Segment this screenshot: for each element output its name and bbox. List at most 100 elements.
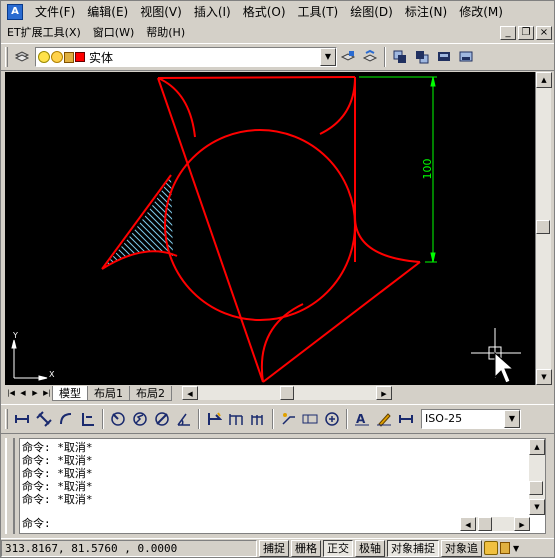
aligned-dimension-icon[interactable] [33, 408, 55, 430]
osnap-toggle[interactable]: 对象捕捉 [387, 539, 439, 557]
scroll-up-button[interactable]: ▲ [536, 72, 552, 88]
outline-arc[interactable] [260, 303, 304, 383]
menu-format[interactable]: 格式(O) [237, 3, 292, 21]
center-circle[interactable] [164, 129, 356, 321]
layout-tabs-row: |◀ ◀ ▶ ▶| 模型 布局1 布局2 ◀ ▶ [5, 385, 551, 401]
ortho-toggle[interactable]: 正交 [323, 539, 353, 557]
layer-dropdown[interactable]: 实体 ▼ [35, 47, 337, 67]
radius-dimension-icon[interactable] [107, 408, 129, 430]
snap-toggle[interactable]: 捕捉 [259, 539, 289, 557]
menu-draw[interactable]: 绘图(D) [344, 3, 399, 21]
menu-file[interactable]: 文件(F) [29, 3, 81, 21]
make-object-layer-current-icon[interactable] [337, 46, 359, 68]
arc-length-icon[interactable] [55, 408, 77, 430]
chevron-down-icon[interactable]: ▼ [320, 48, 336, 66]
scroll-left-button[interactable]: ◀ [182, 386, 198, 400]
draw-order-above-icon[interactable] [433, 46, 455, 68]
toolbar-grip[interactable] [5, 47, 8, 67]
menu-dimension[interactable]: 标注(N) [399, 3, 453, 21]
linear-dimension-icon[interactable] [11, 408, 33, 430]
first-tab-button[interactable]: |◀ [5, 386, 17, 400]
outline-line[interactable] [157, 77, 264, 383]
tab-model[interactable]: 模型 [52, 385, 88, 401]
tab-layout2[interactable]: 布局2 [129, 385, 172, 401]
layer-manager-icon[interactable] [11, 46, 33, 68]
prev-tab-button[interactable]: ◀ [17, 386, 29, 400]
toolbar-grip[interactable] [5, 409, 8, 429]
tab-layout1[interactable]: 布局1 [87, 385, 130, 401]
next-tab-button[interactable]: ▶ [29, 386, 41, 400]
menu-view[interactable]: 视图(V) [134, 3, 188, 21]
draw-order-under-icon[interactable] [455, 46, 477, 68]
menu-window[interactable]: 窗口(W) [87, 24, 140, 42]
menu-tools[interactable]: 工具(T) [292, 3, 345, 21]
jogged-dimension-icon[interactable] [129, 408, 151, 430]
command-history-line: 命令: *取消* [22, 454, 93, 467]
communication-center-icon[interactable] [484, 541, 498, 555]
menu-insert[interactable]: 插入(I) [188, 3, 237, 21]
dimension-text-edit-icon[interactable] [373, 408, 395, 430]
scroll-right-button[interactable]: ▶ [514, 517, 530, 531]
command-prompt[interactable]: 命令: [22, 517, 51, 530]
scroll-down-button[interactable]: ▼ [536, 369, 552, 385]
outline-arc[interactable] [157, 77, 196, 138]
dimension-style-dropdown[interactable]: ISO-25 ▼ [421, 409, 521, 429]
baseline-dimension-icon[interactable] [225, 408, 247, 430]
scroll-thumb[interactable] [536, 220, 550, 234]
scroll-thumb[interactable] [529, 481, 543, 495]
dimension-update-icon[interactable] [395, 408, 417, 430]
diameter-dimension-icon[interactable] [151, 408, 173, 430]
close-button[interactable]: × [536, 26, 552, 40]
draw-order-front-icon[interactable] [389, 46, 411, 68]
menu-modify[interactable]: 修改(M) [453, 3, 509, 21]
coordinate-readout[interactable]: 313.8167, 81.5760 , 0.0000 [1, 539, 257, 557]
h-scroll-thumb[interactable] [478, 517, 492, 531]
chevron-down-icon[interactable]: ▼ [504, 410, 520, 428]
app-icon[interactable]: A [7, 4, 23, 20]
menu-et-tools[interactable]: ET扩展工具(X) [1, 24, 87, 42]
scroll-down-button[interactable]: ▼ [529, 499, 545, 515]
dimension-edit-icon[interactable]: A [351, 408, 373, 430]
scroll-up-button[interactable]: ▲ [529, 439, 545, 455]
layer-previous-icon[interactable] [359, 46, 381, 68]
hatch-region[interactable] [5, 172, 309, 272]
otrack-toggle[interactable]: 对象追 [441, 539, 482, 557]
toolbar-lock-icon[interactable] [500, 542, 510, 554]
shape-outline[interactable] [101, 76, 421, 383]
hatch-line [130, 175, 173, 269]
quick-dimension-icon[interactable] [203, 408, 225, 430]
horizontal-scrollbar[interactable]: ◀ ▶ [182, 386, 392, 400]
menu-edit[interactable]: 编辑(E) [81, 3, 134, 21]
outline-arc[interactable] [319, 76, 356, 135]
drawing-svg[interactable]: 100 Y X [5, 72, 535, 385]
command-vertical-scrollbar[interactable]: ▲ ▼ [529, 439, 545, 515]
menu-help[interactable]: 帮助(H) [140, 24, 191, 42]
status-menu-arrow[interactable]: ▼ [513, 544, 519, 553]
minimize-button[interactable]: _ [500, 26, 516, 40]
ucs-icon [11, 339, 48, 381]
scroll-left-button[interactable]: ◀ [460, 517, 476, 531]
angular-dimension-icon[interactable] [173, 408, 195, 430]
command-horizontal-scrollbar[interactable]: ◀ ▶ [460, 517, 530, 531]
restore-button[interactable]: ❐ [518, 26, 534, 40]
outline-line[interactable] [262, 261, 421, 383]
scroll-right-button[interactable]: ▶ [376, 386, 392, 400]
polar-toggle[interactable]: 极轴 [355, 539, 385, 557]
command-window[interactable]: 命令: *取消* 命令: *取消* 命令: *取消* 命令: *取消* 命令: … [19, 438, 546, 534]
continue-dimension-icon[interactable] [247, 408, 269, 430]
layer-state-icons [36, 51, 85, 63]
menu-bar-2: ET扩展工具(X) 窗口(W) 帮助(H) _ ❐ × [1, 23, 554, 43]
draw-order-back-icon[interactable] [411, 46, 433, 68]
tolerance-icon[interactable] [299, 408, 321, 430]
drawing-area[interactable]: 100 Y X [5, 72, 535, 385]
ordinate-dimension-icon[interactable] [77, 408, 99, 430]
grid-toggle[interactable]: 栅格 [291, 539, 321, 557]
center-mark-icon[interactable] [321, 408, 343, 430]
quick-leader-icon[interactable] [277, 408, 299, 430]
outline-line[interactable] [101, 174, 172, 270]
h-scroll-thumb[interactable] [280, 386, 294, 400]
command-window-grip[interactable] [5, 438, 15, 534]
outline-line[interactable] [157, 76, 356, 79]
vertical-scrollbar[interactable]: ▲ ▼ [535, 72, 552, 385]
outline-arc[interactable] [354, 216, 421, 263]
